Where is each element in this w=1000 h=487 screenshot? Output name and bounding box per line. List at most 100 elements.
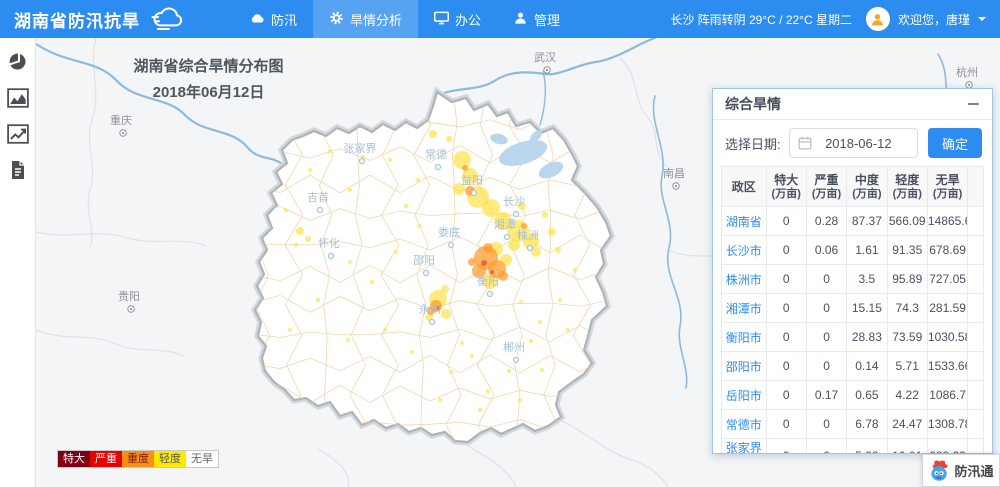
value-cell: 1533.66 xyxy=(927,352,967,381)
mascot-label: 防汛通 xyxy=(954,461,993,480)
map-canvas[interactable]: 张家界吉首常德益阳长沙湘潭株洲娄底怀化邵阳衡阳永州郴州重庆武汉贵阳南昌杭州 湖南… xyxy=(36,38,1000,487)
region-link[interactable]: 张家界市 xyxy=(722,439,767,455)
value-cell: 0.28 xyxy=(806,207,846,236)
gear-icon xyxy=(329,11,344,28)
fangxuntong-badge[interactable]: 防汛通 xyxy=(922,454,1000,487)
region-link[interactable]: 衡阳市 xyxy=(722,323,767,352)
value-cell: 0 xyxy=(806,323,846,352)
panel-title: 综合旱情 xyxy=(725,94,781,114)
city-marker xyxy=(504,234,509,239)
confirm-button[interactable]: 确定 xyxy=(928,128,982,158)
date-value: 2018-06-12 xyxy=(814,136,917,151)
drought-summary-panel: 综合旱情 选择日期: 2018-06-12 确定 政区特大( xyxy=(712,88,993,454)
city-label: 贵阳 xyxy=(118,290,140,303)
value-cell: 24.47 xyxy=(887,410,927,439)
region-link[interactable]: 长沙市 xyxy=(722,236,767,265)
legend-item: 特大 xyxy=(58,451,90,467)
value-cell: 0 xyxy=(766,439,806,455)
value-cell: 0 xyxy=(806,439,846,455)
city-label: 武汉 xyxy=(534,51,556,64)
value-cell: 566.09 xyxy=(887,207,927,236)
map-date-text: 2018年06月12日 xyxy=(76,80,341,106)
chevron-down-icon[interactable] xyxy=(978,17,986,25)
gutter-cell xyxy=(968,410,984,439)
cloud-logo-icon xyxy=(148,6,188,32)
panel-header: 综合旱情 xyxy=(713,89,992,120)
region-link[interactable]: 岳阳市 xyxy=(722,381,767,410)
city-label: 永州 xyxy=(419,302,441,316)
value-cell: 688.23 xyxy=(927,439,967,455)
city-marker xyxy=(527,245,532,250)
avatar[interactable] xyxy=(866,7,890,31)
map-title-text: 湖南省综合旱情分布图 xyxy=(76,54,341,80)
city-label: 邵阳 xyxy=(413,254,435,267)
area-chart-icon[interactable] xyxy=(7,88,29,108)
table-row: 常德市006.7824.471308.78 xyxy=(722,410,984,439)
value-cell: 73.59 xyxy=(887,323,927,352)
col-header-region: 政区 xyxy=(722,167,767,207)
gutter-cell xyxy=(968,294,984,323)
value-cell: 3.5 xyxy=(847,265,887,294)
calendar-icon xyxy=(798,136,812,150)
region-link[interactable]: 株洲市 xyxy=(722,265,767,294)
value-cell: 14865.61 xyxy=(927,207,967,236)
value-cell: 1030.58 xyxy=(927,323,967,352)
value-cell: 0 xyxy=(766,236,806,265)
col-header: 无旱(万亩) xyxy=(927,167,967,207)
table-row: 邵阳市000.145.711533.66 xyxy=(722,352,984,381)
top-navbar: 湖南省防汛抗旱 防汛旱情分析办公管理 长沙 阵雨转阴 29°C / 22°C 星… xyxy=(0,0,1000,38)
pie-chart-icon[interactable] xyxy=(7,52,29,72)
value-cell: 0 xyxy=(806,410,846,439)
city-label: 南昌 xyxy=(663,167,685,180)
nav-item-1[interactable]: 防汛 xyxy=(234,0,313,38)
trend-chart-icon[interactable] xyxy=(7,124,29,144)
map-legend: 特大严重重度轻度无旱 xyxy=(58,451,218,467)
region-link[interactable]: 湘潭市 xyxy=(722,294,767,323)
city-label: 郴州 xyxy=(503,340,525,354)
region-link[interactable]: 常德市 xyxy=(722,410,767,439)
value-cell: 1.61 xyxy=(847,236,887,265)
city-marker xyxy=(487,291,492,296)
city-marker xyxy=(513,357,518,362)
value-cell: 0 xyxy=(766,294,806,323)
value-cell: 0.14 xyxy=(847,352,887,381)
value-cell: 0 xyxy=(766,265,806,294)
value-cell: 1308.78 xyxy=(927,410,967,439)
app-window: 湖南省防汛抗旱 防汛旱情分析办公管理 长沙 阵雨转阴 29°C / 22°C 星… xyxy=(0,0,1000,487)
value-cell: 281.59 xyxy=(927,294,967,323)
table-row: 岳阳市00.170.654.221086.7 xyxy=(722,381,984,410)
date-input[interactable]: 2018-06-12 xyxy=(789,128,918,158)
report-icon[interactable] xyxy=(7,160,29,180)
legend-item: 无旱 xyxy=(186,451,218,467)
city-label: 长沙 xyxy=(503,195,525,208)
user-icon xyxy=(513,11,528,28)
legend-item: 重度 xyxy=(122,451,154,467)
city-label: 重庆 xyxy=(110,113,132,127)
table-row: 长沙市00.061.6191.35678.69 xyxy=(722,236,984,265)
value-cell: 727.05 xyxy=(927,265,967,294)
value-cell: 87.37 xyxy=(847,207,887,236)
value-cell: 5.71 xyxy=(887,352,927,381)
collapse-icon[interactable] xyxy=(966,97,980,111)
welcome-user[interactable]: 欢迎您，唐瑾 xyxy=(898,11,970,28)
map-title-block: 湖南省综合旱情分布图 2018年06月12日 xyxy=(76,54,341,106)
city-marker xyxy=(328,253,333,258)
city-label: 张家界 xyxy=(344,141,377,155)
value-cell: 0.17 xyxy=(806,381,846,410)
city-marker xyxy=(471,190,476,195)
city-label: 株洲 xyxy=(517,228,539,242)
value-cell: 0 xyxy=(766,323,806,352)
city-marker-dot xyxy=(130,308,132,310)
nav-item-2[interactable]: 旱情分析 xyxy=(313,0,418,38)
gutter-cell xyxy=(968,236,984,265)
city-label: 常德 xyxy=(425,147,447,161)
main-menu: 防汛旱情分析办公管理 xyxy=(234,0,576,38)
app-brand: 湖南省防汛抗旱 xyxy=(14,6,188,32)
value-cell: 0 xyxy=(806,265,846,294)
app-title: 湖南省防汛抗旱 xyxy=(14,7,140,32)
nav-item-4[interactable]: 管理 xyxy=(497,0,576,38)
region-link[interactable]: 湖南省 xyxy=(722,207,767,236)
region-link[interactable]: 邵阳市 xyxy=(722,352,767,381)
nav-item-3[interactable]: 办公 xyxy=(418,0,497,38)
city-marker xyxy=(448,242,453,247)
